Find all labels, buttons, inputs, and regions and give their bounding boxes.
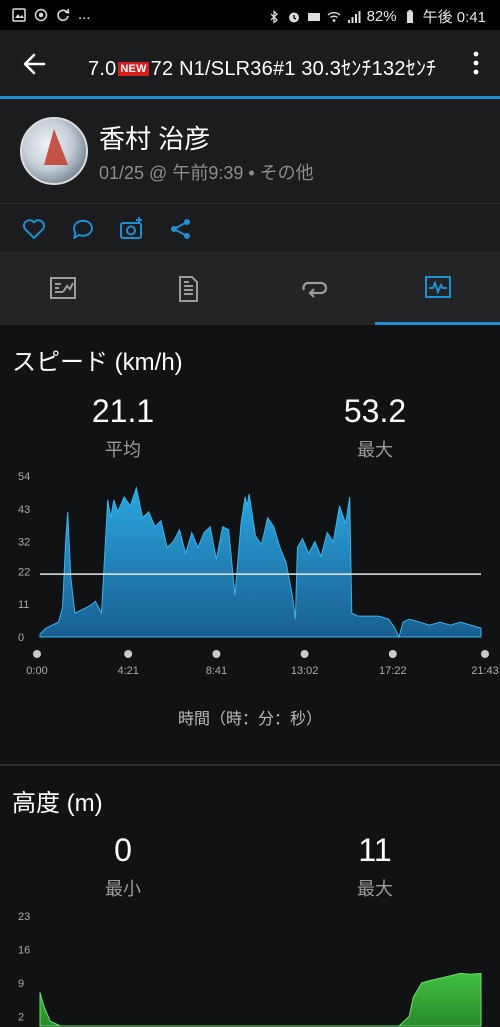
charts-icon	[425, 276, 451, 298]
record-icon	[34, 8, 48, 21]
y-tick-label: 32	[18, 537, 30, 549]
wifi-icon	[327, 11, 341, 22]
y-tick-label: 54	[18, 471, 30, 483]
elevation-min-value: 0	[114, 832, 132, 868]
y-tick-label: 23	[18, 911, 30, 923]
status-bar: ... 82% 午後 0:41	[0, 0, 500, 30]
x-tick-label: 13:02	[291, 665, 319, 677]
speed-chart[interactable]: 0 11 22 32 43 54 0:00 4:21 8:41 13:02 17:22 21:43	[0, 462, 500, 684]
speed-max-label: 最大	[357, 440, 393, 460]
section-divider	[0, 764, 500, 766]
x-tick-dot	[300, 650, 309, 658]
activity-meta: 01/25 @ 午前9:39 • その他	[99, 163, 314, 183]
y-tick-label: 9	[18, 978, 24, 990]
speed-title: スピード (km/h)	[12, 349, 183, 376]
laps-icon	[302, 281, 328, 298]
elevation-max-label: 最大	[357, 879, 393, 899]
tab-details[interactable]	[125, 253, 250, 325]
nfc-icon	[307, 12, 320, 21]
series-area	[39, 486, 482, 639]
y-tick-label: 43	[18, 504, 30, 516]
clock: 午後 0:41	[422, 9, 486, 26]
sync-icon	[57, 8, 70, 21]
activity-title: 7.0 NEW 72 N1/SLR36#1 30.3ｾﾝﾁ132ｾﾝﾁ	[88, 52, 436, 81]
series-area	[39, 972, 482, 1027]
user-name[interactable]: 香村 治彦	[99, 119, 210, 156]
speed-max-value: 53.2	[343, 393, 407, 429]
app-bar: 7.0 NEW 72 N1/SLR36#1 30.3ｾﾝﾁ132ｾﾝﾁ	[0, 30, 500, 96]
elevation-min-label: 最小	[105, 879, 141, 899]
activity-header: 香村 治彦 01/25 @ 午前9:39 • その他	[0, 99, 500, 204]
alarm-icon	[288, 12, 299, 22]
gallery-icon	[12, 7, 26, 22]
elevation-title: 高度 (m)	[12, 790, 103, 817]
avatar[interactable]	[20, 117, 88, 185]
share-icon[interactable]	[168, 216, 194, 242]
status-more: ...	[78, 6, 91, 23]
x-tick-label: 8:41	[206, 665, 227, 677]
y-tick-label: 11	[18, 599, 29, 611]
y-tick-label: 22	[18, 566, 30, 578]
add-photo-icon[interactable]	[119, 216, 145, 242]
x-tick-label: 21:43	[471, 665, 499, 677]
x-tick-label: 17:22	[379, 665, 407, 677]
time-axis-title: 時間（時：分：秒）	[177, 711, 322, 728]
battery-icon	[406, 9, 413, 23]
x-tick-dot	[212, 650, 221, 658]
tab-summary[interactable]	[0, 253, 125, 325]
title-suffix: 72 N1/SLR36#1 30.3ｾﾝﾁ132ｾﾝﾁ	[150, 58, 437, 80]
signal-icon	[347, 10, 361, 23]
elevation-max-value: 11	[358, 832, 392, 868]
tab-laps[interactable]	[250, 253, 375, 325]
summary-icon	[50, 277, 76, 299]
back-arrow-icon[interactable]	[20, 49, 50, 79]
selected-tab-indicator	[375, 322, 500, 325]
battery-percent: 82%	[366, 8, 397, 25]
x-tick-label: 4:21	[117, 665, 138, 677]
x-tick-label: 0:00	[26, 665, 47, 677]
x-tick-dot	[481, 650, 489, 658]
new-badge: NEW	[118, 62, 149, 76]
action-bar	[0, 204, 500, 253]
speed-avg-value: 21.1	[91, 393, 155, 429]
y-tick-label: 16	[18, 944, 30, 956]
avatar-photo	[44, 129, 68, 165]
tab-charts[interactable]	[375, 253, 500, 325]
overflow-menu-icon[interactable]	[472, 50, 480, 76]
comment-icon[interactable]	[70, 216, 96, 242]
title-prefix: 7.0	[88, 58, 117, 80]
y-tick-label: 0	[18, 632, 24, 644]
details-icon	[179, 276, 198, 302]
x-tick-dot	[388, 650, 397, 658]
y-tick-label: 2	[18, 1011, 24, 1023]
bluetooth-icon	[270, 9, 278, 24]
tab-bar	[0, 253, 500, 325]
like-icon[interactable]	[21, 216, 47, 242]
x-tick-dot	[33, 650, 41, 658]
elevation-chart[interactable]: 2 9 16 23	[0, 900, 500, 1027]
x-tick-dot	[124, 650, 133, 658]
speed-avg-label: 平均	[105, 440, 141, 460]
